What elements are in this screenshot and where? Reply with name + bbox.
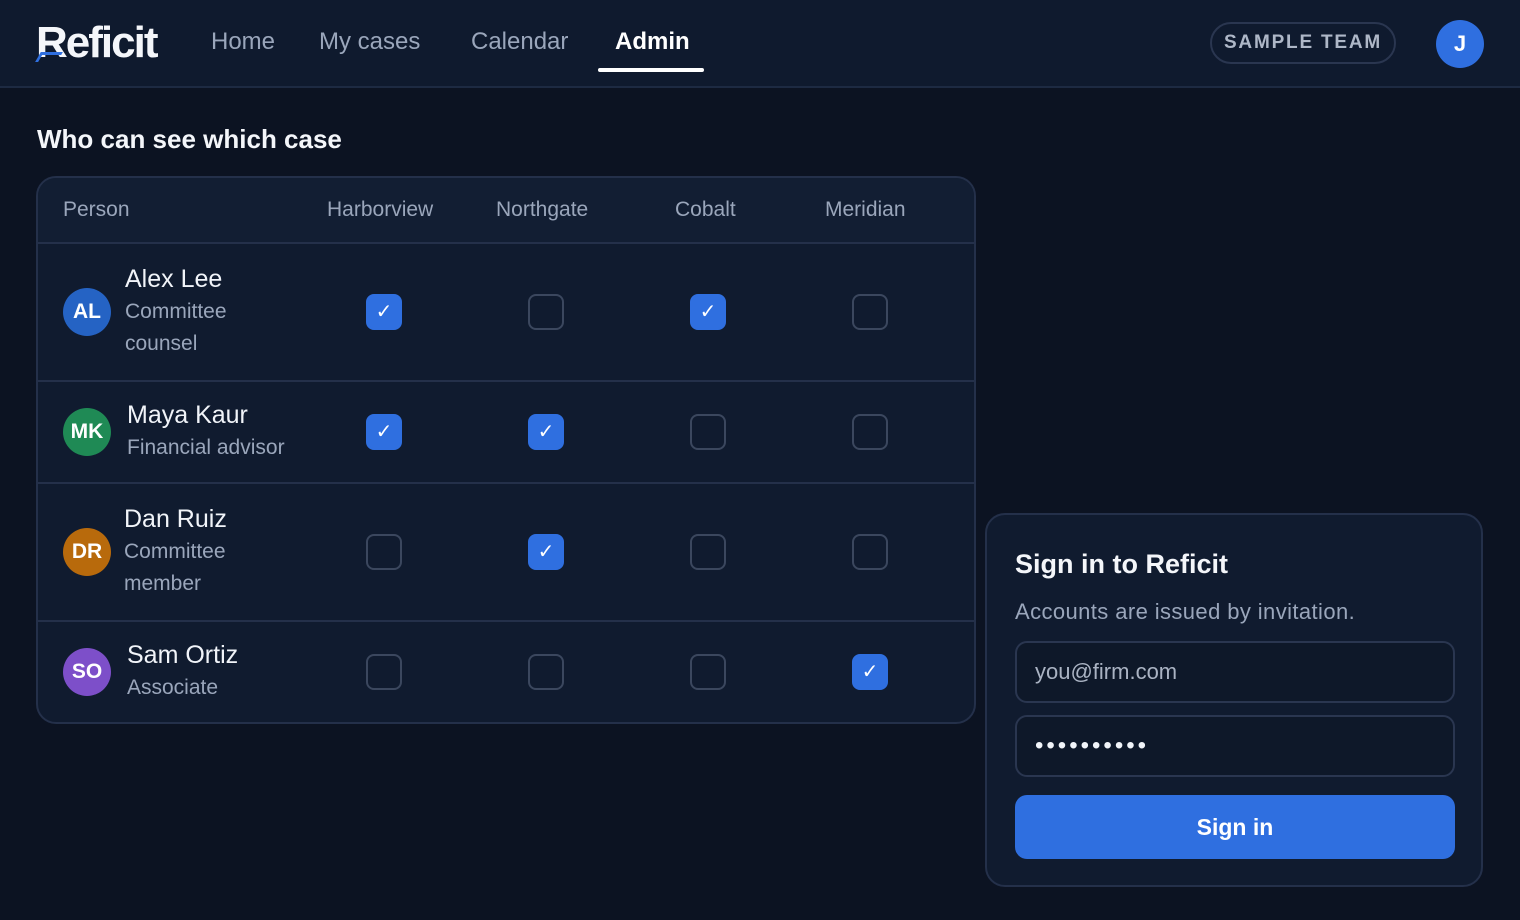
column-header-northgate: Northgate	[496, 198, 589, 221]
column-header-harborview: Harborview	[327, 198, 434, 221]
person-role: Associate	[127, 676, 219, 699]
sign-in-card: Sign in to Reficit Accounts are issued b…	[985, 513, 1483, 887]
table-header: Person Harborview Northgate Cobalt Merid…	[38, 178, 974, 244]
access-checkbox-meridian[interactable]	[852, 534, 888, 570]
avatar: MK	[63, 408, 111, 456]
person-name: Alex Lee	[125, 265, 223, 293]
table-row: AL Alex Lee Committee counsel ✓ ✓	[38, 244, 974, 382]
active-tab-indicator	[598, 68, 704, 72]
avatar: SO	[63, 648, 111, 696]
person-role: Committee counsel	[125, 300, 227, 355]
access-checkbox-harborview[interactable]: ✓	[366, 414, 402, 450]
person-name: Maya Kaur	[127, 401, 248, 429]
avatar: DR	[63, 528, 111, 576]
nav-admin[interactable]: Admin	[615, 26, 690, 60]
password-field[interactable]: ••••••••••	[1015, 715, 1455, 777]
sign-in-title: Sign in to Reficit	[1015, 549, 1228, 579]
nav-home[interactable]: Home	[211, 26, 275, 60]
top-navigation-bar: Reficit Home My cases Calendar Admin SAM…	[0, 0, 1520, 88]
nav-my-cases[interactable]: My cases	[319, 26, 420, 60]
column-header-person: Person	[63, 198, 130, 221]
avatar: AL	[63, 288, 111, 336]
table-row: MK Maya Kaur Financial advisor ✓ ✓	[38, 382, 974, 484]
person-role: Committee member	[124, 540, 226, 595]
access-checkbox-harborview[interactable]	[366, 654, 402, 690]
user-avatar[interactable]: J	[1436, 20, 1484, 68]
team-badge[interactable]: SAMPLE TEAM	[1210, 22, 1396, 64]
access-checkbox-meridian[interactable]	[852, 294, 888, 330]
sign-in-button[interactable]: Sign in	[1015, 795, 1455, 859]
person-role: Financial advisor	[127, 436, 285, 459]
access-checkbox-cobalt[interactable]: ✓	[690, 294, 726, 330]
table-row: SO Sam Ortiz Associate ✓	[38, 622, 974, 722]
access-checkbox-cobalt[interactable]	[690, 534, 726, 570]
access-checkbox-cobalt[interactable]	[690, 414, 726, 450]
column-header-cobalt: Cobalt	[675, 198, 736, 221]
person-name: Dan Ruiz	[124, 505, 227, 533]
access-checkbox-cobalt[interactable]	[690, 654, 726, 690]
nav-calendar[interactable]: Calendar	[471, 26, 568, 60]
access-matrix-table: Person Harborview Northgate Cobalt Merid…	[36, 176, 976, 724]
page-title: Who can see which case	[37, 124, 342, 154]
table-row: DR Dan Ruiz Committee member ✓	[38, 484, 974, 622]
column-header-meridian: Meridian	[825, 198, 906, 221]
access-checkbox-meridian[interactable]: ✓	[852, 654, 888, 690]
access-checkbox-northgate[interactable]: ✓	[528, 534, 564, 570]
access-checkbox-harborview[interactable]	[366, 534, 402, 570]
access-checkbox-northgate[interactable]	[528, 294, 564, 330]
sign-in-subtitle: Accounts are issued by invitation.	[1015, 599, 1356, 624]
access-checkbox-northgate[interactable]: ✓	[528, 414, 564, 450]
person-name: Sam Ortiz	[127, 641, 239, 669]
access-checkbox-meridian[interactable]	[852, 414, 888, 450]
access-checkbox-harborview[interactable]: ✓	[366, 294, 402, 330]
access-checkbox-northgate[interactable]	[528, 654, 564, 690]
email-field[interactable]	[1015, 641, 1455, 703]
